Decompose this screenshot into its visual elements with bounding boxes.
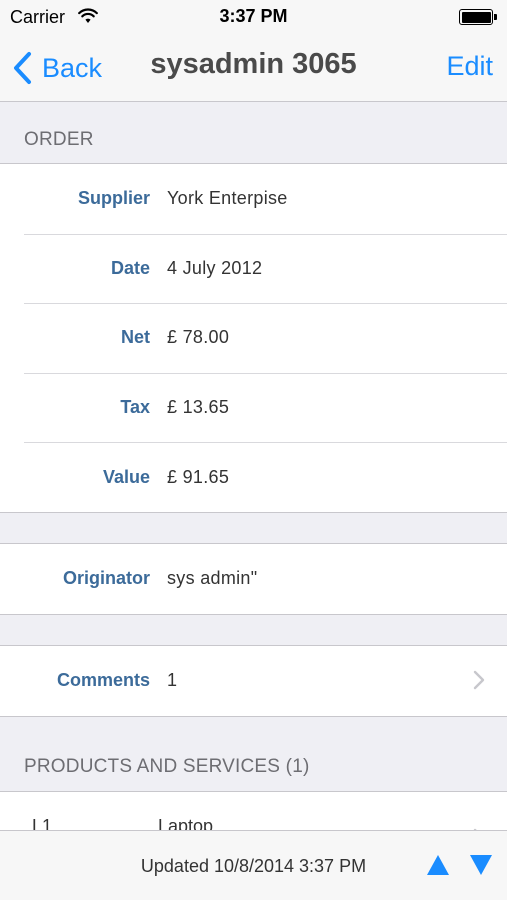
chevron-right-icon — [473, 670, 485, 690]
screen: Carrier 3:37 PM Back sysadmin 3065 Edit … — [0, 0, 507, 900]
nav-bar: Back sysadmin 3065 Edit — [0, 34, 507, 102]
status-bar: Carrier 3:37 PM — [0, 0, 507, 34]
battery-icon — [459, 9, 497, 25]
back-button[interactable]: Back — [12, 50, 102, 86]
originator-row: Originator sys admin" — [0, 544, 507, 614]
edit-button[interactable]: Edit — [446, 51, 493, 82]
originator-group: Originator sys admin" — [0, 543, 507, 615]
comments-group: Comments 1 — [0, 645, 507, 717]
row-value: 1 — [167, 670, 178, 691]
bottom-toolbar: Updated 10/8/2014 3:37 PM — [0, 830, 507, 900]
order-row-tax: Tax £ 13.65 — [0, 372, 507, 443]
row-value: £ 78.00 — [167, 327, 230, 348]
row-value: sys admin" — [167, 568, 258, 589]
row-label: Originator — [62, 568, 150, 589]
row-value: £ 91.65 — [167, 466, 230, 487]
comments-row[interactable]: Comments 1 — [0, 646, 507, 716]
products-section-header: PRODUCTS AND SERVICES (1) — [24, 756, 310, 777]
order-group: Supplier York Enterpise Date 4 July 2012… — [0, 163, 507, 513]
next-record-icon[interactable] — [470, 855, 492, 875]
order-row-date: Date 4 July 2012 — [0, 233, 507, 304]
row-label: Value — [102, 466, 150, 487]
status-time: 3:37 PM — [219, 6, 288, 26]
row-value: 4 July 2012 — [167, 257, 263, 278]
row-label: Date — [110, 257, 150, 278]
chevron-left-icon — [14, 52, 31, 84]
order-section-header: ORDER — [24, 129, 94, 150]
order-row-value: Value £ 91.65 — [0, 442, 507, 512]
row-label: Supplier — [77, 188, 150, 209]
row-label: Net — [120, 327, 150, 348]
row-value: £ 13.65 — [167, 397, 230, 418]
order-row-supplier: Supplier York Enterpise — [0, 164, 507, 234]
row-label: Tax — [120, 397, 150, 418]
row-value: York Enterpise — [167, 188, 288, 209]
row-label: Comments — [56, 670, 150, 691]
previous-record-icon[interactable] — [427, 855, 449, 875]
back-label: Back — [42, 52, 103, 83]
order-row-net: Net £ 78.00 — [0, 303, 507, 373]
